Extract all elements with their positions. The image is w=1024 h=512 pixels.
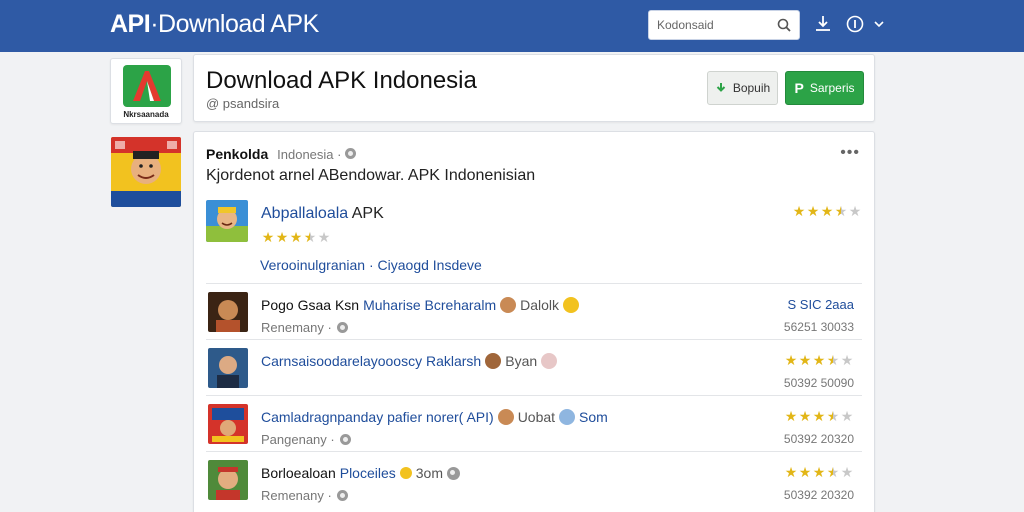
list-item-name[interactable]: Pogo Gsaa Ksn Muharise Bcreharalm Dalolk [261, 297, 580, 313]
star-icon: ★ [820, 203, 834, 219]
post-author[interactable]: Penkolda [206, 146, 268, 162]
list-item[interactable]: Camladragnpanday pafier norer( API) Uoba… [206, 396, 862, 452]
globe-icon [336, 322, 348, 333]
star-icon: ★ [317, 229, 331, 245]
featured-rating-stars: ★ ★ ★ ★ ★ [261, 230, 331, 244]
star-icon: ★ [812, 408, 826, 424]
list-item-rating: ★ ★ ★ ★ ★ [784, 409, 854, 423]
post-meta: Indonesia · [277, 147, 342, 162]
page-subtitle: @ psandsira [206, 96, 280, 111]
globe-icon [339, 434, 351, 445]
avatar-icon [208, 348, 248, 388]
list-item-thumb[interactable] [208, 292, 248, 332]
list-item[interactable]: Pogo Gsaa Ksn Muharise Bcreharalm Dalolk… [206, 284, 862, 340]
user-avatar-icon [485, 353, 502, 369]
featured-app-name[interactable]: Abpallaloala APK [261, 205, 384, 223]
side-banner-image[interactable] [111, 137, 181, 207]
avatar-icon [208, 460, 248, 500]
list-item[interactable]: Borloealoan Ploceiles 3om Remenany · ★ ★ ★… [206, 452, 862, 508]
star-icon: ★ [826, 464, 840, 480]
globe-icon [447, 466, 460, 480]
list-item-rating: ★ ★ ★ ★ ★ [784, 353, 854, 367]
star-icon: ★ [261, 229, 275, 245]
subscribe-button[interactable]: P Sarperis [785, 71, 864, 105]
featured-rating-right: ★ ★ ★ ★ ★ [792, 204, 862, 218]
featured-app-thumb[interactable] [206, 200, 248, 242]
list-item-count: 50392 50090 [783, 376, 854, 390]
star-icon: ★ [812, 352, 826, 368]
star-icon: ★ [798, 464, 812, 480]
cartoon-face-icon [111, 137, 181, 207]
star-icon: ★ [289, 229, 303, 245]
page-header-card: Download APK Indonesia @ psandsira Bopui… [193, 54, 875, 122]
star-icon: ★ [840, 352, 854, 368]
emoji-icon [541, 353, 558, 369]
more-icon[interactable]: ••• [840, 144, 860, 162]
emoji-icon [399, 467, 412, 479]
featured-app[interactable]: Abpallaloala APK ★ ★ ★ ★ ★ Verooinulgranian … [206, 200, 862, 284]
brand-logo[interactable]: API·Download APK [110, 10, 319, 39]
list-item-count: 50392 20320 [783, 432, 854, 446]
star-icon: ★ [840, 408, 854, 424]
star-icon: ★ [798, 408, 812, 424]
star-icon: ★ [834, 203, 848, 219]
list-item-thumb[interactable] [208, 404, 248, 444]
top-bar: API·Download APK [0, 0, 1024, 52]
list-item-thumb[interactable] [208, 460, 248, 500]
star-icon: ★ [826, 408, 840, 424]
page-title: Download APK Indonesia [206, 67, 477, 94]
subscribe-button-label: Sarperis [809, 81, 855, 95]
search-icon[interactable] [776, 17, 792, 33]
avatar-icon [208, 404, 248, 444]
avatar-icon [208, 292, 248, 332]
app-logo-card[interactable]: Nkrsaanada [110, 58, 182, 124]
star-icon: ★ [784, 408, 798, 424]
list-item-thumb[interactable] [208, 348, 248, 388]
user-avatar-icon [500, 297, 517, 313]
feed-card: Penkolda Indonesia · ••• Kjordenot arnel… [193, 131, 875, 512]
search-input[interactable] [657, 16, 775, 34]
avatar-icon [206, 200, 248, 242]
emoji-icon [559, 409, 576, 425]
list-item-sub: Remenany · [261, 488, 348, 503]
star-icon: ★ [812, 464, 826, 480]
star-icon: ★ [840, 464, 854, 480]
globe-icon [336, 490, 348, 501]
download-icon[interactable] [812, 13, 834, 35]
star-icon: ★ [806, 203, 820, 219]
app-logo-icon [123, 65, 171, 107]
star-icon: ★ [784, 464, 798, 480]
download-arrow-icon [716, 83, 726, 92]
list-item-count: 56251 30033 [783, 320, 854, 334]
list-item-rating: ★ ★ ★ ★ ★ [784, 465, 854, 479]
chevron-down-icon[interactable] [872, 13, 886, 35]
star-icon: ★ [792, 203, 806, 219]
star-icon: ★ [826, 352, 840, 368]
star-icon: ★ [275, 229, 289, 245]
globe-icon [345, 148, 357, 159]
download-button[interactable]: Bopuih [707, 71, 778, 105]
list-item-name[interactable]: Carnsaisoodarelayoooscy Raklarsh Byan [261, 353, 558, 369]
info-icon[interactable] [844, 13, 866, 35]
list-item-sub: Pangenany · [261, 432, 351, 447]
list-item-name[interactable]: Borloealoan Ploceiles 3om [261, 465, 460, 481]
list-item-name[interactable]: Camladragnpanday pafier norer( API) Uoba… [261, 409, 608, 425]
star-icon: ★ [303, 229, 317, 245]
list-item[interactable]: Carnsaisoodarelayoooscy Raklarsh Byan ★ ★… [206, 340, 862, 396]
star-icon: ★ [784, 352, 798, 368]
star-icon: ★ [798, 352, 812, 368]
post-description: Kjordenot arnel ABendowar. APK Indonenis… [206, 167, 536, 184]
post-header: Penkolda Indonesia · [206, 146, 357, 162]
emoji-icon [563, 297, 580, 313]
p-icon: P [794, 80, 804, 96]
featured-app-links[interactable]: Verooinulgranian · Ciyaogd Insdeve [260, 257, 482, 273]
star-icon: ★ [848, 203, 862, 219]
list-item-sub: Renemany · [261, 320, 348, 335]
download-button-label: Bopuih [732, 81, 771, 95]
list-item-count: 50392 20320 [783, 488, 854, 502]
search-box[interactable] [648, 10, 800, 40]
user-avatar-icon [497, 409, 514, 425]
app-logo-label: Nkrsaanada [123, 110, 169, 119]
list-item-stat: S SIC 2aaa [787, 297, 855, 312]
